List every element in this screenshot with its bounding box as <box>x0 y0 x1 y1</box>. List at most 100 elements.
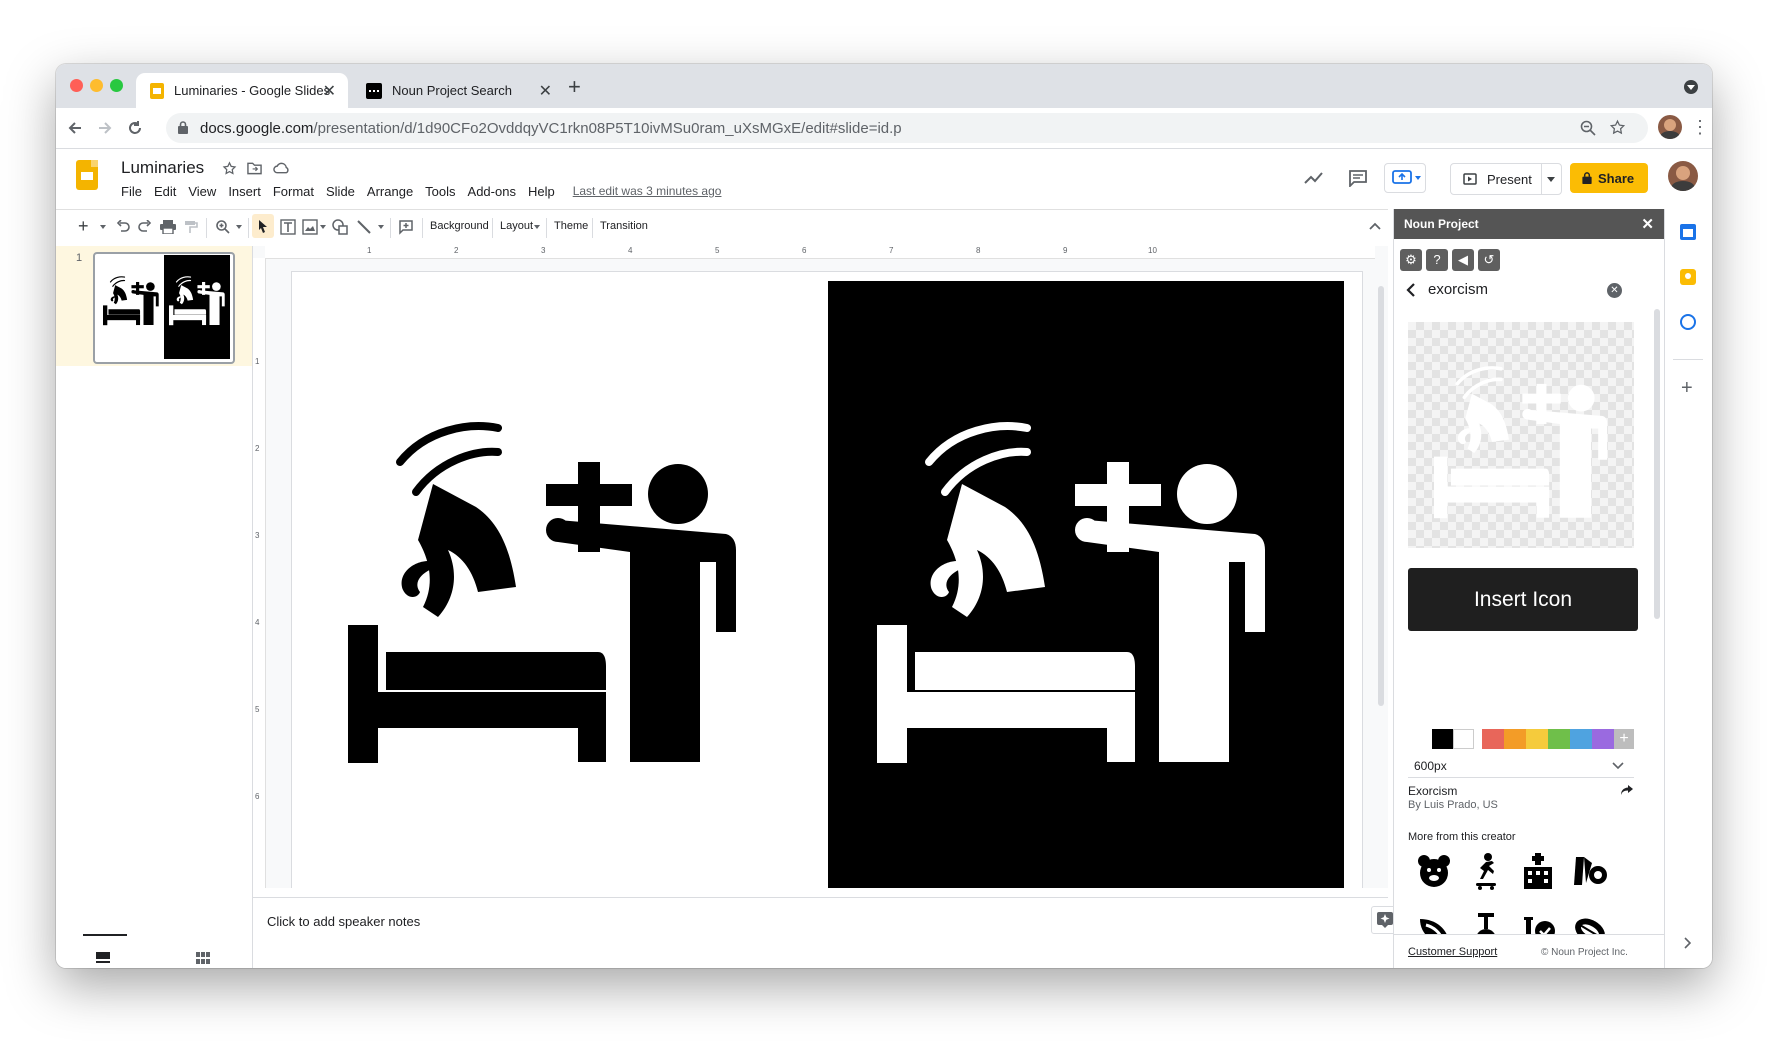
add-comment-icon[interactable] <box>398 219 414 235</box>
color-swatch-green[interactable] <box>1548 729 1570 749</box>
expand-side-panel-icon[interactable] <box>1683 937 1691 949</box>
insert-image-icon[interactable] <box>302 219 318 235</box>
move-folder-icon[interactable] <box>247 161 262 175</box>
tab-search-icon[interactable] <box>1684 80 1698 94</box>
exorcism-white-icon[interactable] <box>877 422 1267 767</box>
back-chevron-icon[interactable] <box>1406 282 1416 298</box>
exorcism-black-icon[interactable] <box>348 422 738 767</box>
add-color-icon[interactable]: + <box>1614 729 1634 749</box>
new-slide-layout-icon[interactable] <box>100 225 106 229</box>
tab-google-slides[interactable]: Luminaries - Google Slides ✕ <box>136 73 348 108</box>
text-box-icon[interactable] <box>280 219 296 235</box>
color-swatch-red[interactable] <box>1482 729 1504 749</box>
color-swatch-purple[interactable] <box>1592 729 1614 749</box>
cloud-saved-icon[interactable] <box>273 161 290 175</box>
new-tab-button[interactable]: + <box>568 74 581 100</box>
color-swatch-black[interactable] <box>1432 729 1453 749</box>
redo-icon[interactable] <box>138 220 152 232</box>
grid-view-icon[interactable] <box>196 952 210 964</box>
star-icon[interactable] <box>222 161 237 176</box>
announcement-icon[interactable]: ◀ <box>1452 249 1474 271</box>
layout-dropdown-icon[interactable] <box>534 225 540 229</box>
speaker-notes[interactable]: Click to add speaker notes <box>253 897 1399 968</box>
close-panel-icon[interactable]: ✕ <box>1641 215 1654 233</box>
paint-format-icon[interactable] <box>184 220 198 234</box>
slide[interactable] <box>292 272 1362 888</box>
close-tab-icon[interactable]: ✕ <box>539 81 552 101</box>
history-icon[interactable]: ↺ <box>1478 249 1500 271</box>
share-button[interactable]: Share <box>1570 163 1648 193</box>
slide-canvas[interactable]: 1 2 3 4 5 6 7 8 9 10 1 2 3 4 5 6 <box>253 246 1388 888</box>
color-swatch-yellow[interactable] <box>1526 729 1548 749</box>
hospital-icon[interactable] <box>1518 851 1558 891</box>
canvas-scrollbar[interactable] <box>1378 286 1384 706</box>
search-term[interactable]: exorcism <box>1428 281 1488 298</box>
color-swatch-white[interactable] <box>1453 729 1474 749</box>
menu-add-ons[interactable]: Add-ons <box>468 184 516 199</box>
menu-edit[interactable]: Edit <box>154 184 176 199</box>
menu-help[interactable]: Help <box>528 184 555 199</box>
document-title[interactable]: Luminaries <box>121 158 204 178</box>
meeting-present-button[interactable] <box>1384 163 1426 193</box>
line-dropdown-icon[interactable] <box>378 225 384 229</box>
browser-menu-icon[interactable]: ⋮ <box>1691 118 1709 136</box>
url-field[interactable]: docs.google.com/presentation/d/1d90CFo2O… <box>166 113 1648 143</box>
comments-icon[interactable] <box>1348 169 1368 187</box>
share-arrow-icon[interactable] <box>1620 784 1634 796</box>
speaker-notes-placeholder[interactable]: Click to add speaker notes <box>267 914 420 929</box>
bear-icon[interactable] <box>1414 851 1454 891</box>
layout-button[interactable]: Layout <box>500 220 533 232</box>
calendar-icon[interactable] <box>1680 224 1696 240</box>
help-icon[interactable]: ? <box>1426 249 1448 271</box>
slides-logo-icon[interactable] <box>76 160 98 190</box>
filmstrip-view-icon[interactable] <box>96 952 110 964</box>
forward-arrow-icon[interactable] <box>96 119 114 137</box>
image-dropdown-icon[interactable] <box>320 225 326 229</box>
account-avatar[interactable] <box>1668 161 1698 191</box>
add-on-plus-icon[interactable]: + <box>1681 377 1693 400</box>
reload-icon[interactable] <box>126 119 144 137</box>
back-arrow-icon[interactable] <box>66 119 84 137</box>
lock-icon[interactable] <box>178 121 188 134</box>
zoom-window-button[interactable] <box>110 79 123 92</box>
last-edit-link[interactable]: Last edit was 3 minutes ago <box>573 184 722 199</box>
menu-slide[interactable]: Slide <box>326 184 355 199</box>
menu-insert[interactable]: Insert <box>228 184 261 199</box>
new-slide-icon[interactable]: + <box>78 216 89 237</box>
menu-arrange[interactable]: Arrange <box>367 184 413 199</box>
menu-tools[interactable]: Tools <box>425 184 455 199</box>
theme-button[interactable]: Theme <box>554 220 588 232</box>
close-tab-icon[interactable]: ✕ <box>323 81 336 101</box>
zoom-out-icon[interactable] <box>1580 120 1596 136</box>
insert-icon-button[interactable]: Insert Icon <box>1408 568 1638 631</box>
tab-noun-project[interactable]: Noun Project Search ✕ <box>352 73 564 108</box>
activity-trend-icon[interactable] <box>1304 171 1324 185</box>
clear-search-icon[interactable]: ✕ <box>1607 283 1622 298</box>
zoom-icon[interactable] <box>216 220 230 234</box>
menu-view[interactable]: View <box>188 184 216 199</box>
zoom-dropdown-icon[interactable] <box>236 225 242 229</box>
settings-gear-icon[interactable]: ⚙ <box>1400 249 1422 271</box>
color-swatch-blue[interactable] <box>1570 729 1592 749</box>
customer-support-link[interactable]: Customer Support <box>1408 946 1497 958</box>
size-select[interactable]: 600px <box>1408 755 1634 778</box>
skateboarder-icon[interactable] <box>1466 851 1506 891</box>
present-button[interactable]: Present <box>1450 163 1562 195</box>
select-tool-button[interactable] <box>252 214 274 238</box>
menu-file[interactable]: File <box>121 184 142 199</box>
background-button[interactable]: Background <box>430 220 489 232</box>
print-icon[interactable] <box>160 220 176 234</box>
panel-scrollbar[interactable] <box>1654 309 1660 619</box>
transition-button[interactable]: Transition <box>600 220 648 232</box>
bookmark-star-icon[interactable] <box>1609 119 1626 136</box>
shape-icon[interactable] <box>332 219 348 235</box>
color-swatch-orange[interactable] <box>1504 729 1526 749</box>
profile-avatar[interactable] <box>1658 115 1682 139</box>
undo-icon[interactable] <box>116 220 130 232</box>
minimize-window-button[interactable] <box>90 79 103 92</box>
boot-icon[interactable] <box>1570 851 1610 891</box>
menu-format[interactable]: Format <box>273 184 314 199</box>
tasks-icon[interactable] <box>1680 314 1696 330</box>
keep-icon[interactable] <box>1680 269 1696 285</box>
close-window-button[interactable] <box>70 79 83 92</box>
